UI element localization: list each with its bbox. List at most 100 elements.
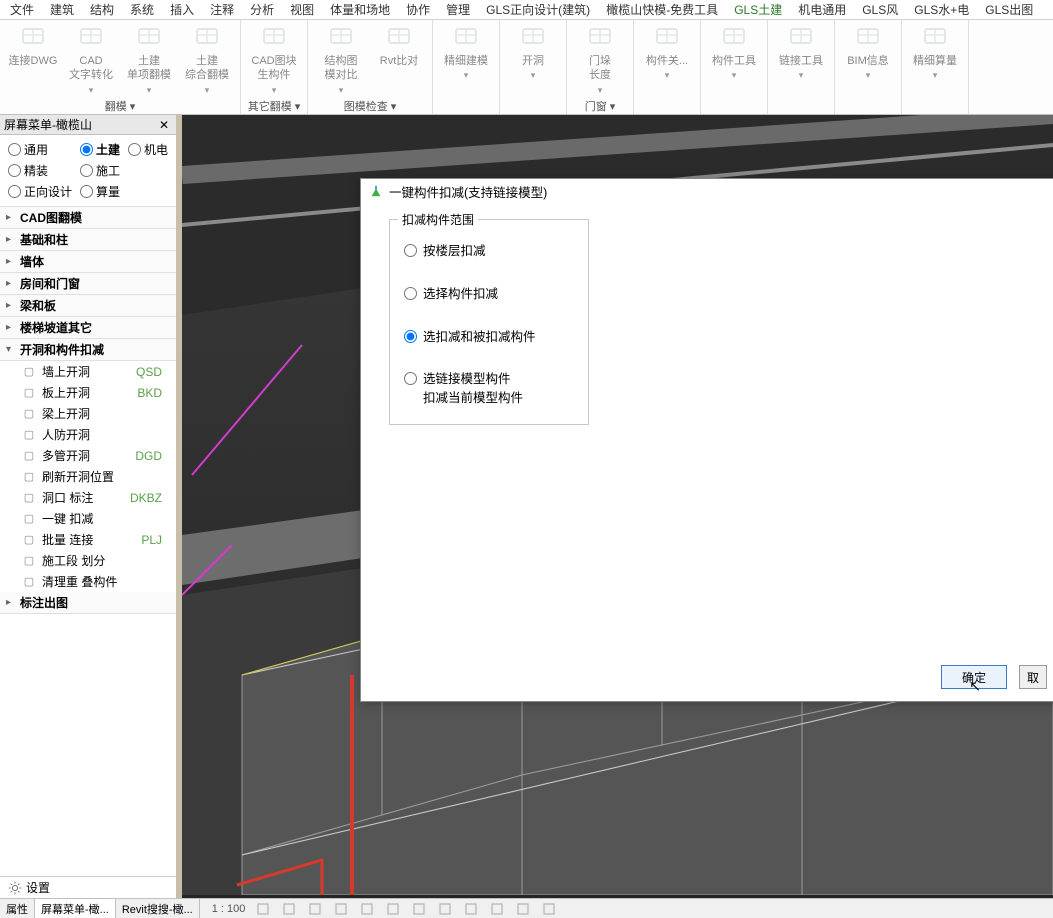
status-icon[interactable] [333,901,349,917]
status-icon[interactable] [281,901,297,917]
filter-option[interactable]: 施工 [80,162,120,179]
ribbon-button[interactable]: 土建 综合翻模 [178,22,236,96]
filter-radio[interactable] [80,143,93,156]
accordion-header[interactable]: ▾开洞和构件扣减 [0,339,176,361]
menu-tab[interactable]: 分析 [242,0,282,20]
menu-tab[interactable]: 系统 [122,0,162,20]
panel-close-button[interactable]: ✕ [156,118,172,132]
menu-tab[interactable]: 插入 [162,0,202,20]
filter-option[interactable]: 精装 [8,162,72,179]
ribbon-button[interactable]: 土建 单项翻模 [120,22,178,96]
bottom-tab[interactable]: 屏幕菜单-橄... [35,899,116,918]
dialog-radio[interactable] [404,244,417,257]
menu-tab[interactable]: GLS土建 [726,0,790,20]
ribbon-group-name: 门窗 ▾ [571,96,629,116]
menu-tab[interactable]: GLS正向设计(建筑) [478,0,598,20]
filter-option[interactable]: 土建 [80,141,120,158]
menu-tab[interactable]: 体量和场地 [322,0,398,20]
accordion-item[interactable]: ▢施工段 划分 [0,550,176,571]
accordion-item[interactable]: ▢多管开洞DGD [0,445,176,466]
dialog-radio-option[interactable]: 选扣减和被扣减构件 [404,328,574,347]
status-icon[interactable] [359,901,375,917]
filter-radio[interactable] [128,143,141,156]
dialog-radio-option[interactable]: 按楼层扣减 [404,242,574,261]
scale-display[interactable]: 1 : 100 [212,903,246,915]
filter-option[interactable]: 算量 [80,183,120,200]
status-icon[interactable] [515,901,531,917]
filter-radio[interactable] [8,143,21,156]
filter-radio[interactable] [8,185,21,198]
dialog-radio[interactable] [404,330,417,343]
accordion-item[interactable]: ▢刷新开洞位置 [0,466,176,487]
accordion-header[interactable]: ▸房间和门窗 [0,273,176,295]
filter-option[interactable]: 通用 [8,141,72,158]
accordion-item[interactable]: ▢一键 扣减 [0,508,176,529]
accordion-header[interactable]: ▸墙体 [0,251,176,273]
ribbon-button[interactable]: Rvt比对 [370,22,428,96]
status-icon[interactable] [385,901,401,917]
status-icon[interactable] [255,901,271,917]
bottom-tab[interactable]: 属性 [0,899,35,918]
status-icon[interactable] [307,901,323,917]
dialog-radio[interactable] [404,287,417,300]
ribbon-group-name [906,110,964,114]
menu-tab[interactable]: GLS水+电 [906,0,977,20]
item-icon: ▢ [20,553,38,569]
menu-tab[interactable]: 注释 [202,0,242,20]
chevron-icon: ▸ [6,212,20,223]
ribbon-button[interactable]: 构件关... [638,22,696,110]
filter-option[interactable]: 正向设计 [8,183,72,200]
menu-tab[interactable]: GLS风 [854,0,906,20]
status-icon[interactable] [541,901,557,917]
menu-tab[interactable]: 视图 [282,0,322,20]
menu-tab[interactable]: 协作 [398,0,438,20]
accordion-item[interactable]: ▢墙上开洞QSD [0,361,176,382]
ribbon-button[interactable]: 开洞 [504,22,562,110]
accordion-item[interactable]: ▢人防开洞 [0,424,176,445]
accordion-header[interactable]: ▸标注出图 [0,592,176,614]
accordion-item[interactable]: ▢清理重 叠构件 [0,571,176,592]
accordion-header-label: 房间和门窗 [20,275,80,292]
menu-tab[interactable]: 橄榄山快模-免费工具 [598,0,726,20]
dialog-radio-option[interactable]: 选链接模型构件 扣减当前模型构件 [404,370,574,408]
bottom-tab[interactable]: Revit搜搜-橄... [116,899,200,918]
filter-option[interactable]: 机电 [128,141,168,158]
accordion-header[interactable]: ▸CAD图翻模 [0,207,176,229]
status-icon[interactable] [437,901,453,917]
accordion-item[interactable]: ▢板上开洞BKD [0,382,176,403]
menu-tab[interactable]: GLS出图 [977,0,1041,20]
menu-tab[interactable]: 机电通用 [790,0,854,20]
settings-row[interactable]: 设置 [0,876,176,898]
status-icon[interactable] [463,901,479,917]
accordion-header[interactable]: ▸基础和柱 [0,229,176,251]
ribbon-button[interactable]: 链接工具 [772,22,830,110]
menu-tab[interactable]: 建筑 [42,0,82,20]
ribbon-button-label: 土建 综合翻模 [185,54,229,83]
ribbon-button[interactable]: CAD图块 生构件 [245,22,303,96]
ribbon-button[interactable]: 连接DWG [4,22,62,96]
dialog-radio-option[interactable]: 选择构件扣减 [404,285,574,304]
accordion-header[interactable]: ▸楼梯坡道其它 [0,317,176,339]
accordion-item[interactable]: ▢梁上开洞 [0,403,176,424]
accordion-item[interactable]: ▢批量 连接PLJ [0,529,176,550]
ribbon-button[interactable]: CAD 文字转化 [62,22,120,96]
dialog-radio[interactable] [404,372,417,385]
filter-radio[interactable] [8,164,21,177]
menu-tab[interactable]: 文件 [2,0,42,20]
status-icon[interactable] [489,901,505,917]
filter-radio[interactable] [80,185,93,198]
ribbon-button[interactable]: 精细建模 [437,22,495,110]
ok-button[interactable]: 确定 [941,665,1007,689]
cancel-button[interactable]: 取 [1019,665,1047,689]
ribbon-button[interactable]: 构件工具 [705,22,763,110]
ribbon-button[interactable]: 结构图 模对比 [312,22,370,96]
ribbon-button[interactable]: 门垛 长度 [571,22,629,96]
ribbon-button[interactable]: BIM信息 [839,22,897,110]
filter-radio[interactable] [80,164,93,177]
ribbon-button[interactable]: 精细算量 [906,22,964,110]
accordion-header[interactable]: ▸梁和板 [0,295,176,317]
status-icon[interactable] [411,901,427,917]
menu-tab[interactable]: 管理 [438,0,478,20]
accordion-item[interactable]: ▢洞口 标注DKBZ [0,487,176,508]
menu-tab[interactable]: 结构 [82,0,122,20]
